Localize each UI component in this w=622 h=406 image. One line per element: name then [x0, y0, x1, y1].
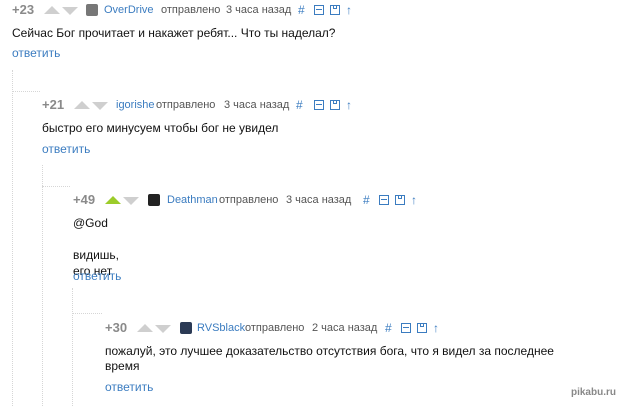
thread-line — [72, 313, 102, 314]
save-icon[interactable] — [395, 195, 405, 205]
link-icon[interactable]: # — [363, 190, 370, 210]
comment-time[interactable]: 2 часа назад — [312, 318, 377, 338]
vote-down-icon[interactable] — [155, 325, 171, 333]
vote-up-icon[interactable] — [74, 101, 90, 109]
vote-up-icon[interactable] — [44, 6, 60, 14]
comment-text: время — [105, 359, 140, 373]
comment-text: Сейчас Бог прочитает и накажет ребят... … — [12, 26, 336, 40]
parent-arrow-icon[interactable]: ↑ — [346, 95, 352, 115]
thread-line — [42, 165, 43, 406]
username-link[interactable]: igorishe — [116, 95, 155, 115]
posted-label: отправлено — [219, 194, 279, 206]
link-icon[interactable]: # — [298, 0, 305, 20]
parent-arrow-icon[interactable]: ↑ — [411, 190, 417, 210]
comment-time[interactable]: 3 часа назад — [286, 190, 351, 210]
comment-text: @God — [73, 216, 108, 230]
comment-time[interactable]: 3 часа назад — [226, 0, 291, 20]
thread-line — [42, 186, 70, 187]
reply-link[interactable]: ответить — [42, 142, 90, 156]
thread-line — [72, 288, 73, 406]
collapse-icon[interactable] — [314, 5, 324, 15]
reply-link[interactable]: ответить — [12, 46, 60, 60]
comment-rating: +23 — [12, 2, 35, 17]
parent-arrow-icon[interactable]: ↑ — [346, 0, 352, 20]
vote-up-icon[interactable] — [105, 196, 121, 204]
avatar[interactable] — [86, 4, 98, 16]
collapse-icon[interactable] — [401, 323, 411, 333]
username-link[interactable]: RVSblack — [197, 318, 245, 338]
parent-arrow-icon[interactable]: ↑ — [433, 318, 439, 338]
username-link[interactable]: OverDrive — [104, 0, 154, 20]
save-icon[interactable] — [330, 5, 340, 15]
comment-rating: +30 — [105, 320, 128, 335]
avatar[interactable] — [148, 194, 160, 206]
reply-link[interactable]: ответить — [105, 380, 153, 394]
link-icon[interactable]: # — [296, 95, 303, 115]
posted-label: отправлено — [156, 99, 216, 111]
watermark: pikabu.ru — [570, 387, 616, 398]
posted-label: отправлено — [161, 4, 221, 16]
save-icon[interactable] — [417, 323, 427, 333]
collapse-icon[interactable] — [379, 195, 389, 205]
collapse-icon[interactable] — [314, 100, 324, 110]
vote-down-icon[interactable] — [62, 7, 78, 15]
vote-up-icon[interactable] — [137, 324, 153, 332]
vote-down-icon[interactable] — [92, 102, 108, 110]
posted-label: отправлено — [245, 322, 305, 334]
comment-rating: +21 — [42, 97, 65, 112]
comment-time[interactable]: 3 часа назад — [224, 95, 289, 115]
avatar[interactable] — [180, 322, 192, 334]
thread-line — [12, 70, 13, 406]
username-link[interactable]: Deathman — [167, 190, 218, 210]
vote-down-icon[interactable] — [123, 197, 139, 205]
comment-text: быстро его минусуем чтобы бог не увидел — [42, 121, 279, 135]
comment-text: пожалуй, это лучшее доказательство отсут… — [105, 344, 554, 358]
thread-line — [12, 91, 40, 92]
reply-link[interactable]: ответить — [73, 269, 121, 283]
link-icon[interactable]: # — [385, 318, 392, 338]
save-icon[interactable] — [330, 100, 340, 110]
comment-rating: +49 — [73, 192, 96, 207]
